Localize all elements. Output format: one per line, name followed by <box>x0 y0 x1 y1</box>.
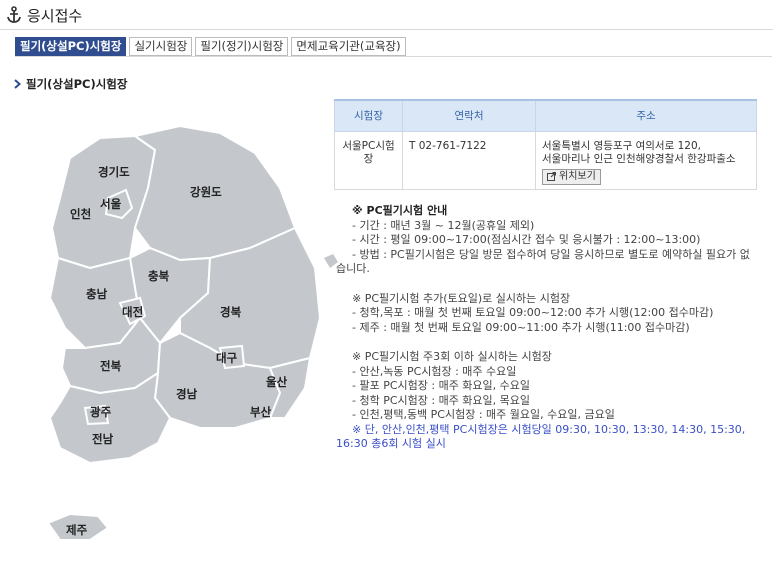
site-address-cell: 서울특별시 영등포구 여의서로 120, 서울마리나 인근 인천해양경찰서 한강… <box>535 130 757 190</box>
tab-exemption-education[interactable]: 면제교육기관(교육장) <box>291 37 406 56</box>
notes-line: - 인천,평택,동백 PC시험장 : 매주 월요일, 수요일, 금요일 <box>352 408 615 421</box>
region-label-chungbuk: 충북 <box>148 269 170 283</box>
page-title: 응시접수 <box>27 7 83 25</box>
site-address-line2: 서울마리나 인근 인천해양경찰서 한강파출소 <box>542 152 736 165</box>
page-header: 응시접수 <box>0 0 773 30</box>
site-address-line1: 서울특별시 영등포구 여의서로 120, <box>542 139 701 152</box>
notes-line: - 제주 : 매월 첫 번째 토요일 09:00~11:00 추가 시행(11:… <box>352 320 690 334</box>
region-label-gwangju: 광주 <box>90 405 112 419</box>
notes-subheading: ※ PC필기시험 주3회 이하 실시하는 시험장 <box>352 350 552 363</box>
anchor-icon <box>7 6 21 23</box>
region-label-jeonbuk: 전북 <box>100 359 122 373</box>
tab-regular-written[interactable]: 필기(정기)시험장 <box>195 37 289 56</box>
tab-bar: 필기(상설PC)시험장 실기시험장 필기(정기)시험장 면제교육기관(교육장) <box>15 37 406 56</box>
view-location-label: 위치보기 <box>559 171 596 182</box>
region-label-seoul: 서울 <box>100 197 122 211</box>
col-header-contact: 연락처 <box>402 99 536 132</box>
notes-line: - 안산,녹동 PC시험장 : 매주 수요일 <box>352 364 517 378</box>
exam-notes: ※ PC필기시험 안내 - 기간 : 매년 3월 ~ 12월(공휴일 제외) -… <box>336 204 760 452</box>
notes-line: - 청학,목포 : 매월 첫 번째 토요일 09:00~12:00 추가 시행(… <box>352 306 714 319</box>
region-label-incheon: 인천 <box>70 207 92 221</box>
region-label-busan: 부산 <box>250 405 272 419</box>
region-label-ulsan: 울산 <box>266 375 288 389</box>
exam-site-table: 시험장 연락처 주소 서울PC시험장 T 02-761-7122 서울특별시 영… <box>334 99 757 190</box>
col-header-site: 시험장 <box>334 99 403 132</box>
section-title: 필기(상설PC)시험장 <box>14 76 127 92</box>
region-label-jeju: 제주 <box>66 523 88 537</box>
notes-line: - 청학 PC시험장 : 매주 화요일, 목요일 <box>352 393 531 407</box>
table-header-row: 시험장 연락처 주소 <box>334 99 757 132</box>
region-label-chungnam: 충남 <box>86 287 108 301</box>
site-name: 서울PC시험장 <box>334 130 403 190</box>
notes-line: - 시간 : 평일 09:00~17:00(점심시간 접수 및 응시불가 : 1… <box>352 233 701 246</box>
notes-footnote: ※ 단, 안산,인천,평택 PC시험장은 시험당일 09:30, 10:30, … <box>336 422 746 451</box>
notes-subheading: ※ PC필기시험 추가(토요일)로 실시하는 시험장 <box>352 291 571 305</box>
notes-line: - 방법 : PC필기시험은 당일 방문 접수하여 당일 응시하므로 별도로 예… <box>336 247 750 276</box>
notes-line: - 팔포 PC시험장 : 매주 화요일, 수요일 <box>352 379 531 392</box>
region-label-daegu: 대구 <box>216 351 238 365</box>
notes-heading: ※ PC필기시험 안내 <box>352 204 448 217</box>
col-header-address: 주소 <box>535 99 757 132</box>
notes-line: - 기간 : 매년 3월 ~ 12월(공휴일 제외) <box>352 218 535 232</box>
site-phone: T 02-761-7122 <box>402 130 536 190</box>
chevron-right-icon <box>14 79 21 89</box>
tab-practical[interactable]: 실기시험장 <box>129 37 193 56</box>
table-row: 서울PC시험장 T 02-761-7122 서울특별시 영등포구 여의서로 12… <box>334 130 757 190</box>
region-label-gyeongnam: 경남 <box>176 387 198 401</box>
tab-divider <box>15 56 772 57</box>
external-link-icon <box>547 172 556 181</box>
tab-pc-written[interactable]: 필기(상설PC)시험장 <box>15 37 127 56</box>
region-label-jeonnam: 전남 <box>92 432 114 446</box>
view-location-button[interactable]: 위치보기 <box>542 168 601 185</box>
section-title-text: 필기(상설PC)시험장 <box>26 77 128 91</box>
region-label-gyeongbuk: 경북 <box>220 305 242 319</box>
region-label-gangwon: 강원도 <box>190 185 222 199</box>
region-label-daejeon: 대전 <box>122 305 144 319</box>
region-label-gyeonggi: 경기도 <box>98 165 130 179</box>
korea-map: 경기도 서울 인천 강원도 충북 충남 대전 경북 대구 전북 경남 울산 부산… <box>30 118 350 558</box>
